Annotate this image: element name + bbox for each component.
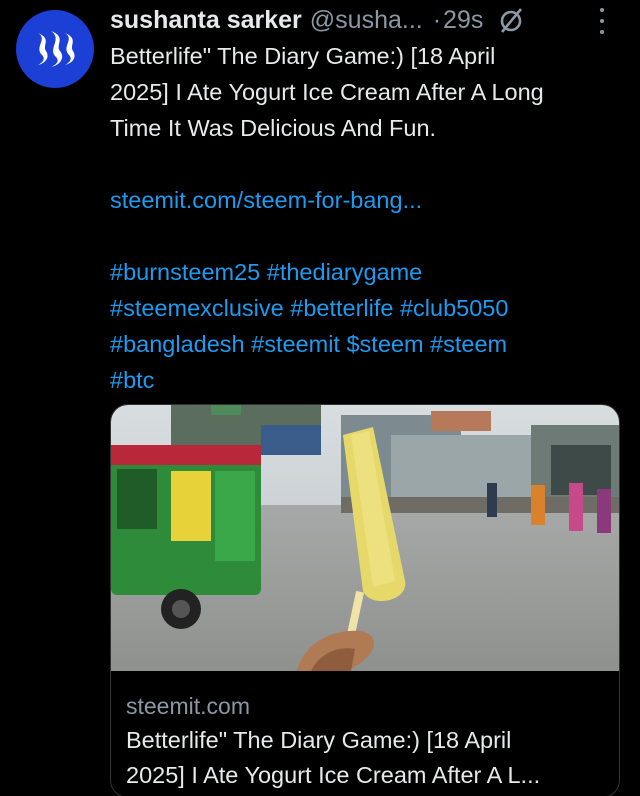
body-line: Betterlife" The Diary Game:) [18 April bbox=[110, 43, 496, 69]
post-timestamp[interactable]: 29s bbox=[443, 6, 483, 35]
avatar[interactable] bbox=[16, 10, 94, 88]
hashtag-line[interactable]: #btc bbox=[110, 362, 620, 398]
body-line: 2025] I Ate Yogurt Ice Cream After A Lon… bbox=[110, 79, 544, 105]
post-header: sushanta sarker @susha... · 29s bbox=[110, 4, 630, 36]
card-meta: steemit.com Betterlife" The Diary Game:)… bbox=[126, 689, 611, 793]
card-domain: steemit.com bbox=[126, 693, 250, 719]
hashtag-line[interactable]: #bangladesh #steemit $steem #steem bbox=[110, 326, 620, 362]
author-name[interactable]: sushanta sarker bbox=[110, 6, 302, 35]
link-preview-card[interactable]: steemit.com Betterlife" The Diary Game:)… bbox=[110, 404, 620, 796]
body-line: Time It Was Delicious And Fun. bbox=[110, 115, 437, 141]
null-circle-icon bbox=[497, 6, 525, 34]
separator-dot: · bbox=[432, 5, 442, 34]
more-vertical-icon[interactable] bbox=[592, 8, 612, 34]
hashtag-line[interactable]: #burnsteem25 #thediarygame bbox=[110, 254, 620, 290]
card-title-line: Betterlife" The Diary Game:) [18 April bbox=[126, 727, 512, 753]
hashtag-line[interactable]: #steemexclusive #betterlife #club5050 bbox=[110, 290, 620, 326]
card-image[interactable] bbox=[111, 405, 619, 671]
tweet[interactable]: sushanta sarker @susha... · 29s Betterli… bbox=[0, 0, 640, 796]
steem-logo-icon bbox=[38, 31, 75, 67]
card-title-line: 2025] I Ate Yogurt Ice Cream After A L..… bbox=[126, 762, 541, 788]
author-handle[interactable]: @susha... bbox=[310, 6, 423, 35]
post-link[interactable]: steemit.com/steem-for-bang... bbox=[110, 182, 620, 218]
post-body: Betterlife" The Diary Game:) [18 April 2… bbox=[110, 38, 620, 398]
